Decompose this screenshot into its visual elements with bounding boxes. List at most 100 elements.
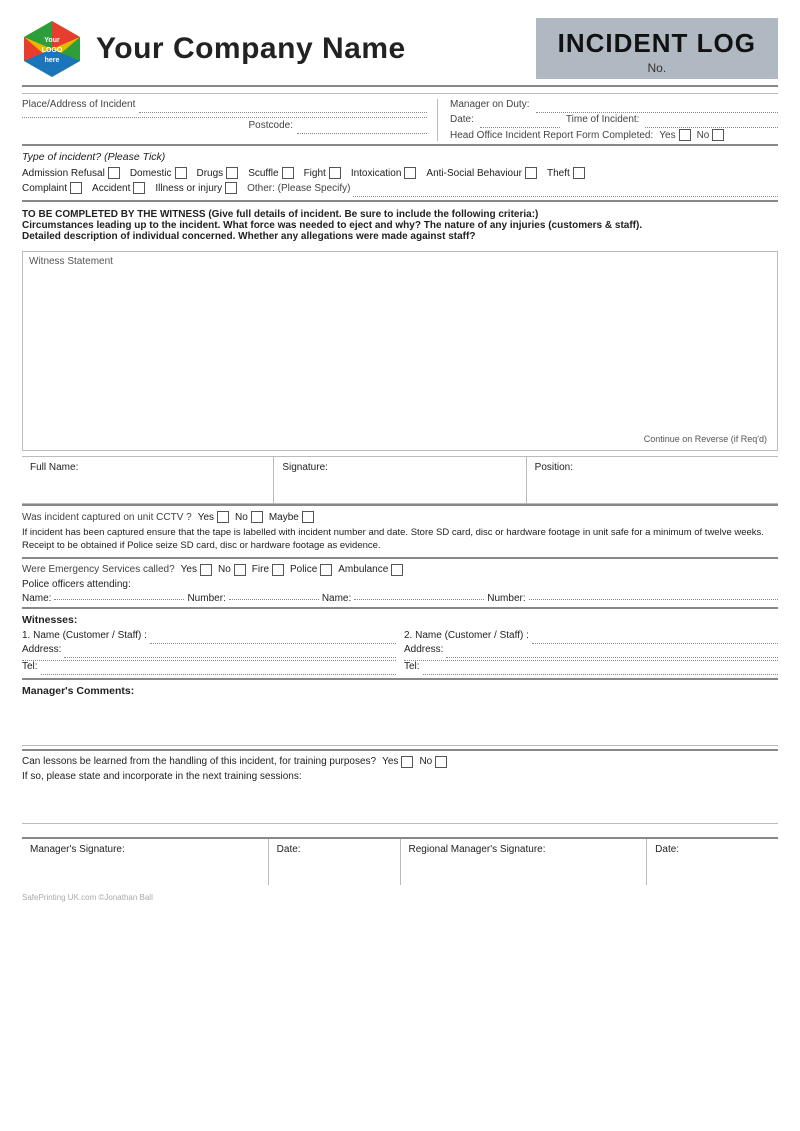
manager-date-cell: Date: <box>269 839 401 885</box>
emergency-fire-checkbox[interactable] <box>272 564 284 576</box>
emergency-no[interactable]: No <box>218 564 246 576</box>
footer-text: SafePrinting UK.com ©Jonathan Ball <box>22 893 778 902</box>
witness-address1-label: Address: <box>22 644 61 655</box>
regional-sig-label: Regional Manager's Signature: <box>409 844 546 855</box>
emergency-ambulance[interactable]: Ambulance <box>338 564 403 576</box>
witnesses-section: Witnesses: 1. Name (Customer / Staff) : … <box>22 607 778 678</box>
head-office-no-checkbox[interactable] <box>712 129 724 141</box>
training-note: If so, please state and incorporate in t… <box>22 771 778 782</box>
witness-tel1-label: Tel: <box>22 661 38 672</box>
head-office-yes[interactable]: Yes <box>659 129 690 141</box>
emergency-fire[interactable]: Fire <box>252 564 284 576</box>
place-address-label: Place/Address of Incident <box>22 99 135 110</box>
cctv-question: Was incident captured on unit CCTV ? <box>22 512 192 523</box>
type-theft-checkbox[interactable] <box>573 167 585 179</box>
emergency-police[interactable]: Police <box>290 564 332 576</box>
full-name-label: Full Name: <box>30 462 78 473</box>
svg-text:here: here <box>45 57 60 64</box>
witness-line3: Detailed description of individual conce… <box>22 231 778 242</box>
cctv-yes[interactable]: Yes <box>198 511 229 523</box>
manager-on-duty-label: Manager on Duty: <box>450 99 530 110</box>
type-complaint-checkbox[interactable] <box>70 182 82 194</box>
cctv-no[interactable]: No <box>235 511 263 523</box>
police-number1-label: Number: <box>187 593 225 604</box>
type-intoxication[interactable]: Intoxication <box>351 167 417 179</box>
cctv-maybe[interactable]: Maybe <box>269 511 314 523</box>
date-label: Date: <box>450 114 474 125</box>
full-name-cell: Full Name: <box>22 457 274 503</box>
type-fight-checkbox[interactable] <box>329 167 341 179</box>
type-drugs-checkbox[interactable] <box>226 167 238 179</box>
witness-statement-box[interactable]: Witness Statement Continue on Reverse (i… <box>22 251 778 451</box>
witness-name2-label: 2. Name (Customer / Staff) : <box>404 630 529 641</box>
emergency-no-checkbox[interactable] <box>234 564 246 576</box>
svg-text:LOGO: LOGO <box>42 47 63 54</box>
time-label: Time of Incident: <box>566 114 640 125</box>
type-anti-social[interactable]: Anti-Social Behaviour <box>426 167 537 179</box>
type-scuffle-checkbox[interactable] <box>282 167 294 179</box>
emergency-question: Were Emergency Services called? <box>22 564 175 575</box>
training-write-area[interactable] <box>22 786 778 824</box>
police-attending-label: Police officers attending: <box>22 579 131 590</box>
witness-address2-label: Address: <box>404 644 443 655</box>
training-yes[interactable]: Yes <box>382 756 413 768</box>
witness-tel2-label: Tel: <box>404 661 420 672</box>
witness-name1-label: 1. Name (Customer / Staff) : <box>22 630 147 641</box>
cctv-no-checkbox[interactable] <box>251 511 263 523</box>
type-illness-checkbox[interactable] <box>225 182 237 194</box>
cctv-maybe-checkbox[interactable] <box>302 511 314 523</box>
type-accident-checkbox[interactable] <box>133 182 145 194</box>
type-domestic[interactable]: Domestic <box>130 167 187 179</box>
emergency-yes-checkbox[interactable] <box>200 564 212 576</box>
incident-log-no: No. <box>558 61 756 75</box>
witness-statement-label: Witness Statement <box>23 252 777 271</box>
manager-sig-label: Manager's Signature: <box>30 844 125 855</box>
emergency-section: Were Emergency Services called? Yes No F… <box>22 557 778 607</box>
svg-text:Your: Your <box>44 37 60 44</box>
witnesses-title: Witnesses: <box>22 614 778 626</box>
manager-comments-section: Manager's Comments: <box>22 678 778 749</box>
regional-date-label: Date: <box>655 844 679 855</box>
manager-comments-box[interactable] <box>22 701 778 746</box>
incident-type-label: Type of incident? (Please Tick) <box>22 151 778 163</box>
company-logo: Your LOGO here <box>22 19 82 79</box>
training-yes-checkbox[interactable] <box>401 756 413 768</box>
postcode-label: Postcode: <box>249 120 293 131</box>
witness-line1: TO BE COMPLETED BY THE WITNESS (Give ful… <box>22 209 778 220</box>
position-label: Position: <box>535 462 573 473</box>
training-no-checkbox[interactable] <box>435 756 447 768</box>
type-theft[interactable]: Theft <box>547 167 585 179</box>
signature-cell: Signature: <box>274 457 526 503</box>
signature-label: Signature: <box>282 462 328 473</box>
type-domestic-checkbox[interactable] <box>175 167 187 179</box>
emergency-police-checkbox[interactable] <box>320 564 332 576</box>
training-question: Can lessons be learned from the handling… <box>22 756 376 767</box>
emergency-ambulance-checkbox[interactable] <box>391 564 403 576</box>
police-name1-label: Name: <box>22 593 51 604</box>
police-number2-label: Number: <box>487 593 525 604</box>
company-name: Your Company Name <box>96 32 406 66</box>
training-section: Can lessons be learned from the handling… <box>22 749 778 827</box>
emergency-yes[interactable]: Yes <box>181 564 212 576</box>
other-label: Other: (Please Specify) <box>247 183 350 194</box>
type-admission[interactable]: Admission Refusal <box>22 167 120 179</box>
head-office-yes-checkbox[interactable] <box>679 129 691 141</box>
cctv-yes-checkbox[interactable] <box>217 511 229 523</box>
continue-note: Continue on Reverse (if Req'd) <box>638 432 773 446</box>
cctv-section: Was incident captured on unit CCTV ? Yes… <box>22 504 778 557</box>
type-illness[interactable]: Illness or injury <box>155 182 237 194</box>
type-accident[interactable]: Accident <box>92 182 145 194</box>
type-complaint[interactable]: Complaint <box>22 182 82 194</box>
type-scuffle[interactable]: Scuffle <box>248 167 293 179</box>
position-cell: Position: <box>527 457 778 503</box>
incident-log-title: INCIDENT LOG <box>558 28 756 59</box>
type-intoxication-checkbox[interactable] <box>404 167 416 179</box>
type-anti-social-checkbox[interactable] <box>525 167 537 179</box>
signature-row: Full Name: Signature: Position: <box>22 456 778 504</box>
witness-instruction: TO BE COMPLETED BY THE WITNESS (Give ful… <box>22 200 778 246</box>
type-admission-checkbox[interactable] <box>108 167 120 179</box>
training-no[interactable]: No <box>419 756 447 768</box>
type-fight[interactable]: Fight <box>304 167 341 179</box>
type-drugs[interactable]: Drugs <box>197 167 239 179</box>
head-office-no[interactable]: No <box>697 129 725 141</box>
